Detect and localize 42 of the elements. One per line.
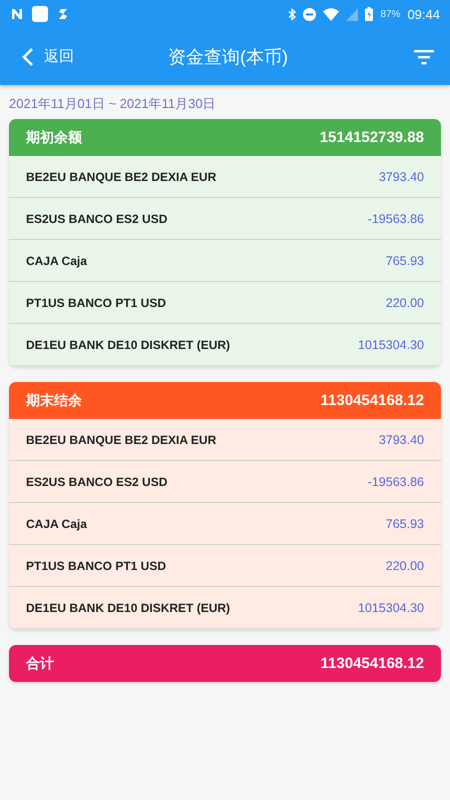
account-amount: 1015304.30 xyxy=(358,600,424,614)
account-name: DE1EU BANK DE10 DISKRET (EUR) xyxy=(26,600,230,614)
account-name: PT1US BANCO PT1 USD xyxy=(26,558,166,572)
bluetooth-icon xyxy=(288,8,296,20)
account-name: ES2US BANCO ES2 USD xyxy=(26,212,168,226)
account-name: PT1US BANCO PT1 USD xyxy=(26,296,166,310)
clock-time: 09:44 xyxy=(407,6,440,22)
account-amount: 1015304.30 xyxy=(358,338,424,352)
account-amount: 765.93 xyxy=(386,516,424,530)
wifi-icon xyxy=(323,8,340,20)
filter-icon[interactable] xyxy=(414,48,434,64)
account-amount: -19563.86 xyxy=(368,474,424,488)
section-title: 合计 xyxy=(26,654,54,672)
section-title: 期末结余 xyxy=(26,392,82,410)
account-amount: 765.93 xyxy=(386,254,424,268)
no-signal-icon xyxy=(346,8,358,20)
account-amount: 3793.40 xyxy=(378,170,424,184)
account-name: BE2EU BANQUE BE2 DEXIA EUR xyxy=(26,432,216,446)
back-button[interactable]: 返回 xyxy=(22,46,74,66)
section-total: 1514152739.88 xyxy=(320,129,424,146)
account-name: BE2EU BANQUE BE2 DEXIA EUR xyxy=(26,170,216,184)
battery-icon xyxy=(365,7,374,21)
notification-icon xyxy=(56,7,70,21)
section-total: 1130454168.12 xyxy=(320,655,424,672)
account-amount: 3793.40 xyxy=(378,432,424,446)
page-title: 资金查询(本币) xyxy=(168,46,288,68)
do-not-disturb-icon xyxy=(303,8,316,20)
account-amount: 220.00 xyxy=(386,558,424,572)
account-name: CAJA Caja xyxy=(26,516,87,530)
section-total: 1130454168.12 xyxy=(320,392,424,409)
account-amount: 220.00 xyxy=(386,296,424,310)
battery-percentage: 87% xyxy=(380,8,400,20)
back-label: 返回 xyxy=(44,47,74,66)
account-name: ES2US BANCO ES2 USD xyxy=(26,474,168,488)
account-amount: -19563.86 xyxy=(368,212,424,226)
date-range: 2021年11月01日 ~ 2021年11月30日 xyxy=(8,95,217,113)
square-icon xyxy=(32,6,48,22)
account-name: DE1EU BANK DE10 DISKRET (EUR) xyxy=(26,338,230,352)
chevron-left-icon xyxy=(22,46,34,66)
notification-icon xyxy=(10,7,24,21)
account-name: CAJA Caja xyxy=(26,254,87,268)
section-title: 期初余额 xyxy=(26,128,82,146)
